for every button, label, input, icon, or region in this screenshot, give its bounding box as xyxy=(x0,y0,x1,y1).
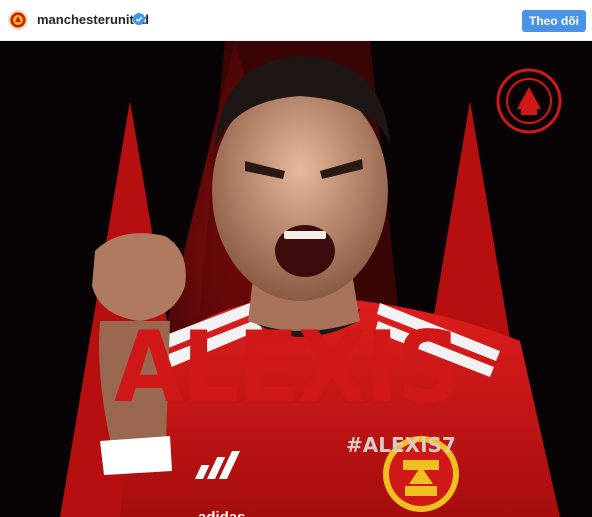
post-image[interactable]: ALEXIS #ALEXIS7 adidas xyxy=(0,41,592,517)
player-name-headline: ALEXIS xyxy=(114,311,462,425)
profile-avatar[interactable] xyxy=(8,10,28,30)
poster-artwork xyxy=(0,41,592,517)
verified-badge-icon xyxy=(133,13,145,25)
hashtag-text: #ALEXIS7 xyxy=(346,433,456,457)
post-header: manchesterunited Theo dõi xyxy=(0,0,592,41)
instagram-post: manchesterunited Theo dõi ALEXIS #ALEXIS… xyxy=(0,0,592,517)
kit-brand-logo: adidas xyxy=(198,509,246,517)
follow-button[interactable]: Theo dõi xyxy=(522,10,586,32)
club-crest-icon xyxy=(9,11,27,29)
